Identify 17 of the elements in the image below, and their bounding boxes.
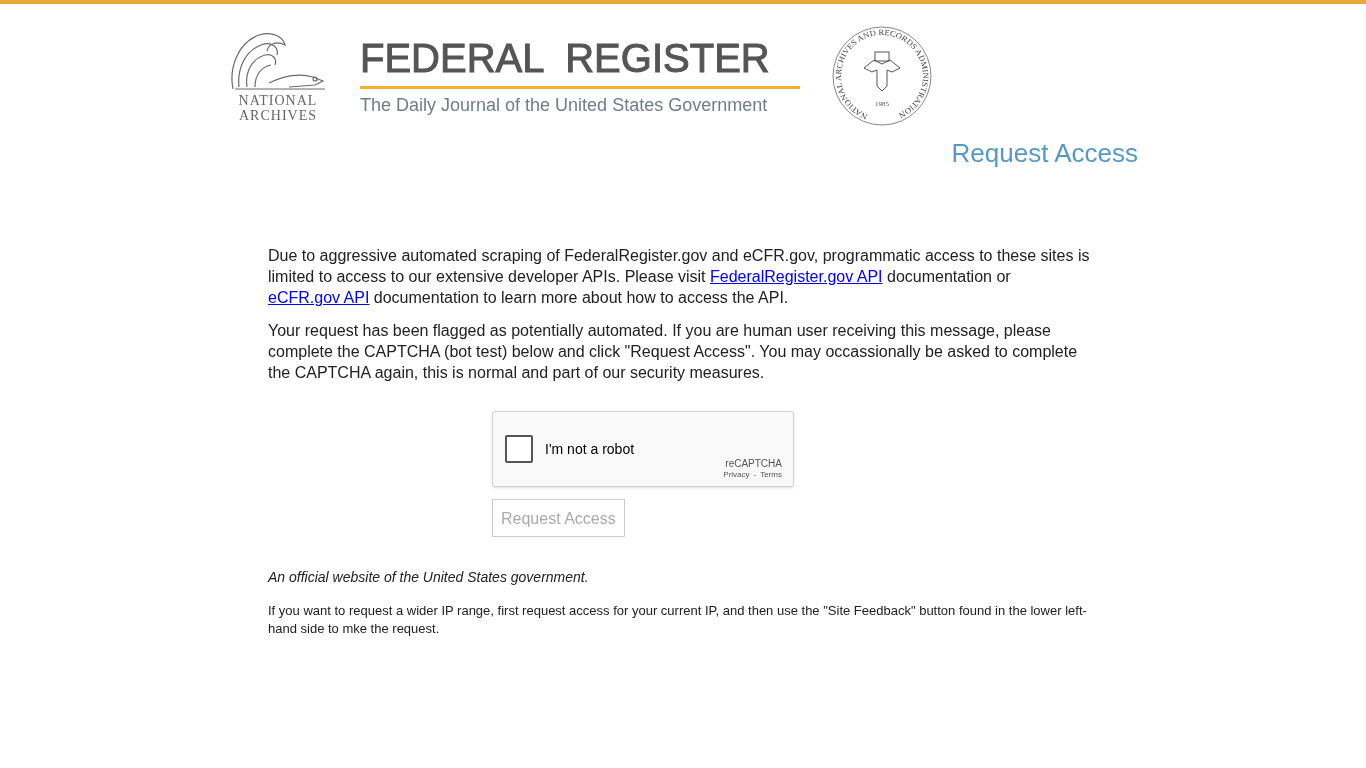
- privacy-link[interactable]: Privacy: [723, 470, 750, 480]
- captcha-brand: reCAPTCHA: [725, 458, 782, 470]
- terms-link[interactable]: Terms: [760, 470, 782, 480]
- official-notice: An official website of the United States government.: [268, 568, 590, 587]
- paragraph: Due to aggressive automated scraping of FederalRegister.gov and eCFR.gov, programmatic access to these sites is limited to access to our extensive developer APIs. Please visit FederalRegister.gov API documentation or eCFR.gov API documentation to learn more about how to access the API.: [268, 246, 1091, 308]
- page-heading: Request Access: [951, 137, 1138, 170]
- logo-text: NATIONAL: [238, 93, 318, 108]
- link[interactable]: FederalRegister.gov API: [710, 268, 883, 285]
- site-subtitle: The Daily Journal of the United States Government: [360, 94, 769, 117]
- logo-text: ARCHIVES: [239, 108, 317, 123]
- checkbox-label: I'm not a robot: [545, 439, 635, 459]
- ip-range-note: If you want to request a wider IP range, first request access for your current IP, and then use the "Site Feedback" button found in the lower left-hand side to mke the request.: [268, 602, 1088, 638]
- separator: -: [753, 470, 757, 480]
- robot-checkbox[interactable]: [505, 435, 533, 463]
- link[interactable]: eCFR.gov API: [268, 289, 370, 306]
- paragraph: Your request has been flagged as potentially automated. If you are human user receiving this message, please complete the CAPTCHA (bot test) below and click "Request Access". You may occassionally be asked to complete the CAPTCHA again, this is normal and part of our security measures.: [268, 321, 1079, 383]
- site-title: FEDERAL REGISTER: [360, 35, 770, 82]
